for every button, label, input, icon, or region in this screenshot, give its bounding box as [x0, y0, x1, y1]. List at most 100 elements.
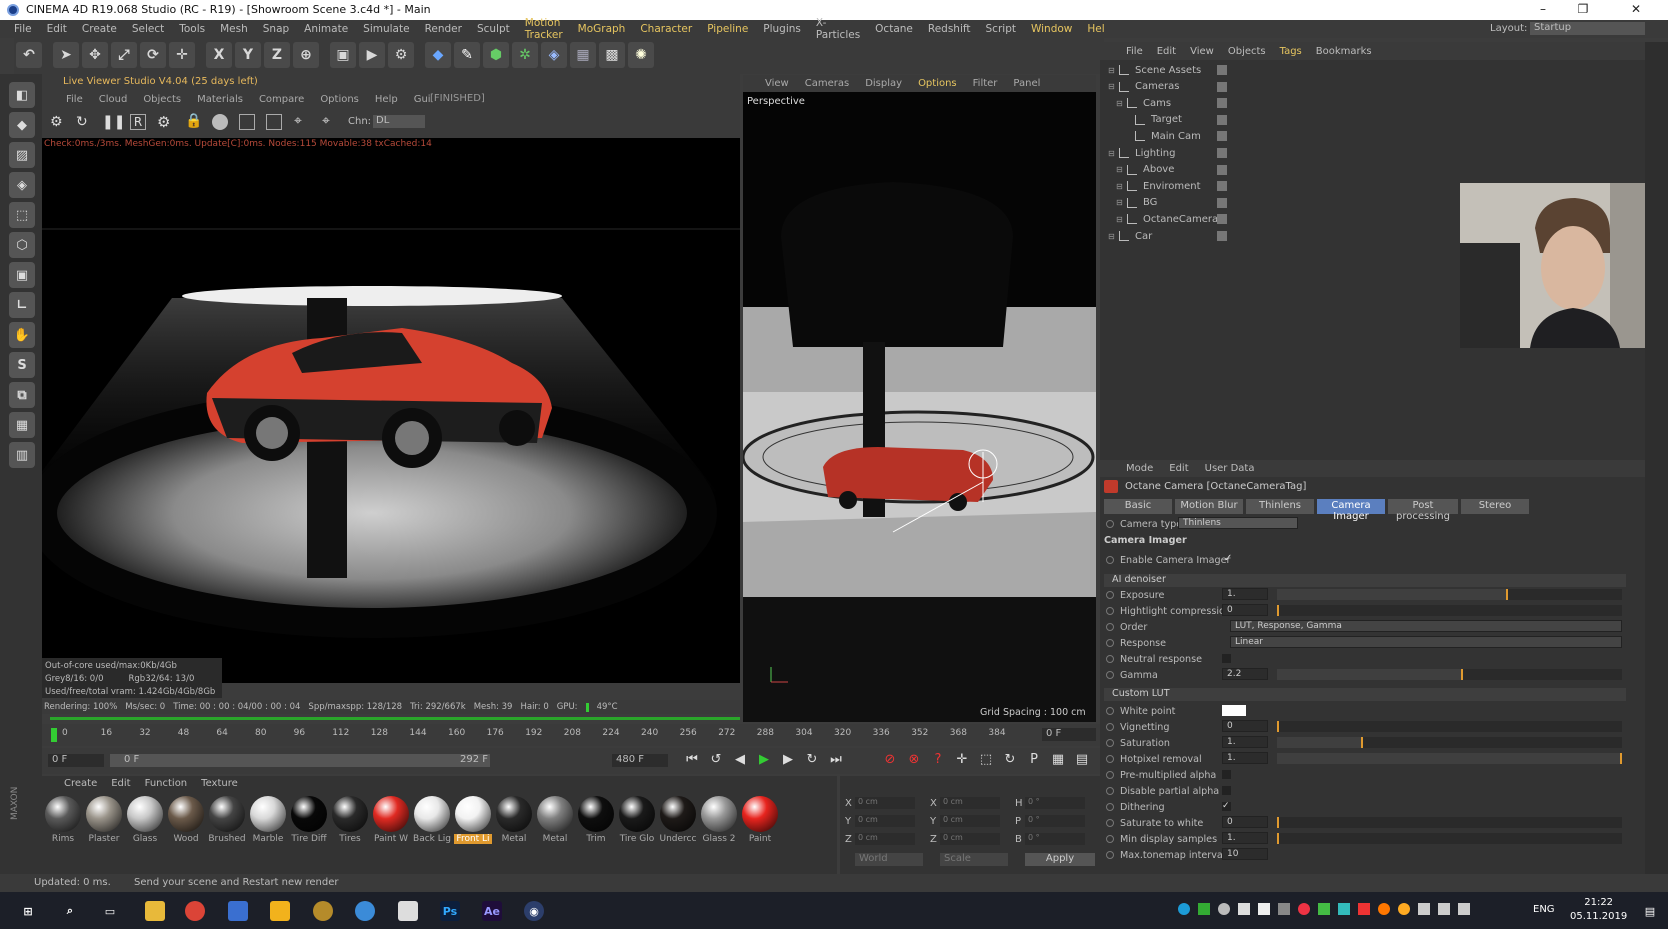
custom-lut-group[interactable]: Custom LUT [1104, 688, 1626, 701]
battery-icon[interactable] [1418, 903, 1430, 915]
material-swatch[interactable]: Front Li [454, 796, 492, 844]
x-axis-icon[interactable]: X [206, 42, 232, 68]
windows-start-icon[interactable]: ⊞ [18, 901, 38, 921]
edges-mode-icon[interactable]: ⬡ [9, 232, 35, 258]
menu-redshift[interactable]: Redshift [928, 23, 971, 35]
next-frame-icon[interactable]: ▶ [778, 752, 798, 770]
tray-app2-icon[interactable] [1278, 903, 1290, 915]
attr-hotpixel-removal-slider[interactable] [1277, 753, 1622, 764]
object-menu-edit[interactable]: Edit [1157, 46, 1176, 57]
animate-dot-icon[interactable] [1106, 819, 1114, 827]
coord-y-field[interactable]: 0 cm [855, 815, 915, 827]
material-swatch[interactable]: Brushed [208, 796, 246, 844]
material-swatch[interactable]: Metal [536, 796, 574, 844]
material-swatch[interactable]: Plaster [85, 796, 123, 844]
animate-dot-icon[interactable] [1106, 803, 1114, 811]
language-indicator[interactable]: ENG [1533, 904, 1555, 915]
material-swatch[interactable]: Tires [331, 796, 369, 844]
mic-icon[interactable] [1238, 903, 1250, 915]
deformer-icon[interactable]: ◈ [541, 42, 567, 68]
material-swatch[interactable]: Metal [495, 796, 533, 844]
attr-hightlight-compression-slider[interactable] [1277, 605, 1622, 616]
visibility-icon[interactable] [1217, 181, 1227, 192]
attr-exposure-field[interactable]: 1. [1222, 588, 1268, 600]
end-frame-field[interactable]: 480 F [612, 754, 668, 767]
viewport-menu-cameras[interactable]: Cameras [805, 78, 849, 89]
visibility-icon[interactable] [1217, 148, 1227, 158]
tab-basic[interactable]: Basic [1104, 499, 1172, 514]
attr-menu-mode[interactable]: Mode [1126, 463, 1153, 474]
animate-dot-icon[interactable] [1106, 671, 1114, 679]
ai-denoiser-group[interactable]: AI denoiser [1104, 574, 1626, 587]
menu-render[interactable]: Render [425, 23, 462, 35]
pen-icon[interactable]: ✎ [454, 42, 480, 68]
attr-hightlight-compression-field[interactable]: 0 [1222, 604, 1268, 616]
material-swatch[interactable]: Paint W [372, 796, 410, 844]
material-ball-icon[interactable] [212, 114, 228, 130]
menu-select[interactable]: Select [132, 23, 164, 35]
array-icon[interactable]: ✲ [512, 42, 538, 68]
object-row[interactable]: ⊟ Lighting [1108, 145, 1227, 161]
expand-icon[interactable]: ⊟ [1116, 99, 1124, 108]
expand-icon[interactable]: ⊟ [1108, 232, 1116, 241]
material-swatch[interactable]: Marble [249, 796, 287, 844]
restart-icon[interactable]: ↻ [76, 114, 92, 130]
visibility-icon[interactable] [1217, 131, 1227, 142]
prev-frame-icon[interactable]: ◀ [730, 752, 750, 770]
material-swatch[interactable]: Undercc [659, 796, 697, 844]
expand-icon[interactable]: ⊟ [1108, 66, 1116, 75]
pin-icon[interactable]: ⌖ [294, 113, 302, 129]
magnet-icon[interactable]: ⧉ [9, 382, 35, 408]
z-axis-icon[interactable]: Z [264, 42, 290, 68]
start-frame-field[interactable]: 0 F [48, 754, 104, 767]
attr-neutral-response-checkbox[interactable] [1222, 654, 1231, 663]
expand-icon[interactable]: ⊟ [1116, 182, 1124, 191]
animate-dot-icon[interactable] [1106, 835, 1114, 843]
make-editable-icon[interactable]: ◧ [9, 82, 35, 108]
menu-animate[interactable]: Animate [304, 23, 348, 35]
light-icon[interactable]: ✺ [628, 42, 654, 68]
move-key-icon[interactable]: ✛ [952, 752, 972, 770]
attr-saturate-to-white-slider[interactable] [1277, 817, 1622, 828]
material-swatch[interactable]: Tire Diff [290, 796, 328, 844]
render-picture-icon[interactable]: ▶ [359, 42, 385, 68]
enable-checkbox[interactable]: ✓ [1224, 553, 1232, 564]
scale-select[interactable]: Scale [940, 853, 1008, 866]
object-row[interactable]: ⊟ OctaneCamera [1116, 211, 1227, 227]
white-point-swatch[interactable] [1222, 705, 1246, 716]
expand-icon[interactable]: ⊟ [1108, 149, 1116, 158]
photos-icon[interactable] [398, 901, 418, 921]
object-menu-bookmarks[interactable]: Bookmarks [1316, 46, 1372, 57]
menu-mesh[interactable]: Mesh [220, 23, 248, 35]
tray-app5-icon[interactable] [1358, 903, 1370, 915]
lv-menu-gui[interactable]: Gui [414, 94, 431, 105]
camera-icon[interactable]: ▩ [599, 42, 625, 68]
network-icon[interactable] [1438, 903, 1450, 915]
size-y-field[interactable]: 0 cm [940, 815, 1000, 827]
axis-icon[interactable]: ∟ [9, 292, 35, 318]
animate-dot-icon[interactable] [1106, 607, 1114, 615]
viewport-menu-filter[interactable]: Filter [973, 78, 998, 89]
tab-post-processing[interactable]: Post processing [1388, 499, 1458, 522]
tab-camera-imager[interactable]: Camera Imager [1317, 499, 1385, 522]
task-view-icon[interactable]: ▭ [100, 901, 120, 921]
material-swatch[interactable]: Trim [577, 796, 615, 844]
pick-icon[interactable]: ⌖ [322, 113, 330, 129]
menu-file[interactable]: File [14, 23, 32, 35]
menu-mograph[interactable]: MoGraph [578, 23, 626, 35]
attr-menu-user-data[interactable]: User Data [1205, 463, 1255, 474]
render-settings-icon[interactable]: ⚙ [388, 42, 414, 68]
attr-saturate-to-white-field[interactable]: 0 [1222, 816, 1268, 828]
go-start-icon[interactable]: ⏮ [682, 752, 702, 770]
range-slider[interactable]: 0 F 292 F [110, 754, 490, 767]
animate-dot-icon[interactable] [1106, 851, 1114, 859]
visibility-icon[interactable] [1217, 214, 1227, 225]
material-swatch[interactable]: Wood [167, 796, 205, 844]
lock-icon[interactable]: 🔒 [185, 113, 202, 129]
tab-stereo[interactable]: Stereo [1461, 499, 1529, 514]
timeline[interactable]: 0 16 32 48 64 80 96 112 128 144 160 176 192 208 224 240… [42, 724, 1102, 746]
attr-saturation-slider[interactable] [1277, 737, 1622, 748]
polygons-mode-icon[interactable]: ▣ [9, 262, 35, 288]
tray-app4-icon[interactable] [1338, 903, 1350, 915]
menu-simulate[interactable]: Simulate [363, 23, 409, 35]
